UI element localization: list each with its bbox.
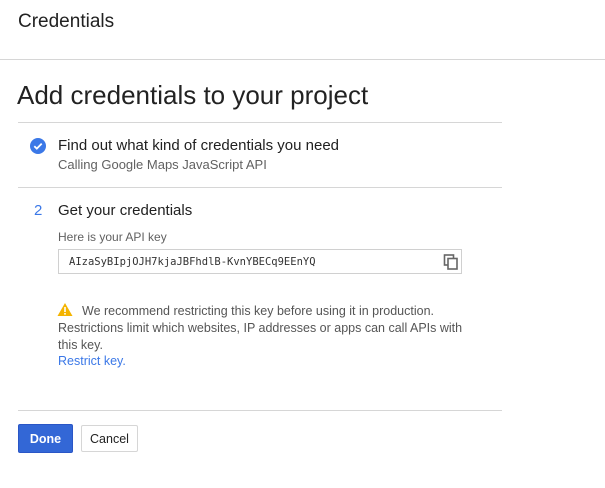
api-key-field[interactable]: AIzaSyBIpjOJH7kjaJBFhdlB-KvnYBECq9EEnYQ	[58, 249, 462, 274]
header-divider	[0, 59, 605, 60]
restrict-key-link[interactable]: Restrict key.	[58, 354, 126, 368]
page-title: Add credentials to your project	[17, 80, 369, 110]
divider	[18, 410, 502, 411]
done-button[interactable]: Done	[18, 424, 73, 453]
warning-text: We recommend restricting this key before…	[58, 304, 463, 352]
check-circle-icon	[30, 138, 46, 154]
divider	[18, 187, 502, 188]
divider	[18, 122, 502, 123]
cancel-button[interactable]: Cancel	[81, 425, 138, 452]
step-1-subtitle: Calling Google Maps JavaScript API	[58, 157, 267, 172]
step-2-number: 2	[34, 202, 43, 219]
step-1-title[interactable]: Find out what kind of credentials you ne…	[58, 137, 339, 154]
api-key-label: Here is your API key	[58, 230, 167, 244]
copy-icon[interactable]	[443, 254, 459, 275]
header-title: Credentials	[18, 11, 115, 32]
step-2-title: Get your credentials	[58, 202, 193, 219]
